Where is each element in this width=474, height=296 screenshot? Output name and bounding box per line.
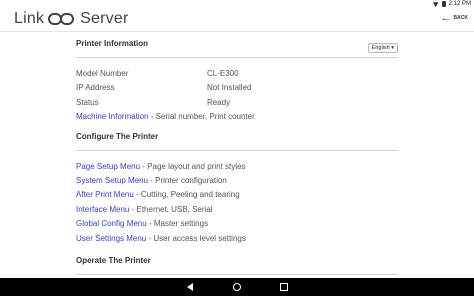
system-nav-bar bbox=[0, 278, 474, 296]
section-title-operate: Operate The Printer bbox=[76, 256, 151, 266]
nav-back-icon[interactable] bbox=[185, 282, 195, 292]
app-logo: Link Server bbox=[14, 10, 128, 28]
wifi-icon bbox=[432, 2, 439, 7]
section-title-configure: Configure The Printer bbox=[76, 132, 159, 141]
logo-text-left: Link bbox=[14, 10, 45, 27]
menu-desc: - Printer configuration bbox=[148, 176, 227, 186]
nav-home-icon[interactable] bbox=[232, 282, 242, 292]
status-icons: 2:12 PM bbox=[432, 0, 471, 8]
info-value: Not Installed bbox=[207, 83, 252, 93]
system-setup-menu-link[interactable]: System Setup Menu bbox=[76, 176, 148, 185]
menu-desc: - User access level settings bbox=[146, 233, 246, 243]
info-row-ip: IP Address Not Installed bbox=[76, 81, 398, 96]
status-time: 2:12 PM bbox=[448, 1, 471, 7]
chevron-down-icon: ▾ bbox=[391, 45, 394, 51]
page-setup-menu-link[interactable]: Page Setup Menu bbox=[76, 162, 140, 171]
menu-row-after-print: After Print Menu - Cutting, Peeling and … bbox=[76, 188, 398, 202]
back-button[interactable]: ← BACK bbox=[440, 12, 468, 24]
nav-recents-icon[interactable] bbox=[279, 282, 289, 292]
menu-row-system-setup: System Setup Menu - Printer configuratio… bbox=[76, 173, 398, 187]
language-value: English bbox=[371, 45, 390, 51]
user-settings-menu-link[interactable]: User Settings Menu bbox=[76, 234, 146, 243]
main-content: Printer Information English ▾ Model Numb… bbox=[76, 32, 398, 278]
info-value: CL-E300 bbox=[207, 68, 239, 78]
info-key: Status bbox=[76, 97, 99, 107]
machine-information-row: Machine Information - Serial number, Pri… bbox=[76, 110, 398, 125]
menu-row-interface: Interface Menu - Ethernet, USB, Serial bbox=[76, 202, 398, 216]
machine-information-desc: - Serial number, Print counter bbox=[148, 112, 255, 122]
machine-information-link[interactable]: Machine Information bbox=[76, 112, 148, 121]
global-config-menu-link[interactable]: Global Config Menu bbox=[76, 219, 147, 228]
back-label: BACK bbox=[453, 15, 468, 21]
menu-desc: - Page layout and print styles bbox=[140, 161, 246, 171]
section-divider bbox=[76, 150, 398, 151]
info-key: IP Address bbox=[76, 83, 115, 93]
interface-menu-link[interactable]: Interface Menu bbox=[76, 205, 129, 214]
app-header: Link Server ← BACK bbox=[0, 8, 474, 32]
info-key: Model Number bbox=[76, 68, 129, 78]
arrow-left-icon: ← bbox=[440, 12, 452, 24]
after-print-menu-link[interactable]: After Print Menu bbox=[76, 190, 134, 199]
section-title-printer-information: Printer Information bbox=[76, 39, 149, 48]
menu-desc: - Master settings bbox=[146, 219, 209, 229]
menu-row-global-config: Global Config Menu - Master settings bbox=[76, 217, 398, 231]
status-bar: 2:12 PM bbox=[0, 0, 474, 8]
menu-row-user-settings: User Settings Menu - User access level s… bbox=[76, 231, 398, 245]
section-divider bbox=[76, 57, 398, 58]
info-row-model: Model Number CL-E300 bbox=[76, 66, 398, 81]
info-row-status: Status Ready bbox=[76, 95, 398, 110]
chain-link-icon bbox=[48, 13, 76, 25]
menu-desc: - Cutting, Peeling and tearing bbox=[133, 190, 240, 200]
language-select[interactable]: English ▾ bbox=[367, 43, 398, 53]
info-value: Ready bbox=[207, 97, 231, 107]
menu-row-page-setup: Page Setup Menu - Page layout and print … bbox=[76, 159, 398, 173]
menu-desc: - Ethernet, USB, Serial bbox=[129, 204, 213, 214]
battery-icon bbox=[441, 1, 446, 7]
section-divider bbox=[76, 274, 398, 276]
logo-text-right: Server bbox=[80, 10, 129, 27]
